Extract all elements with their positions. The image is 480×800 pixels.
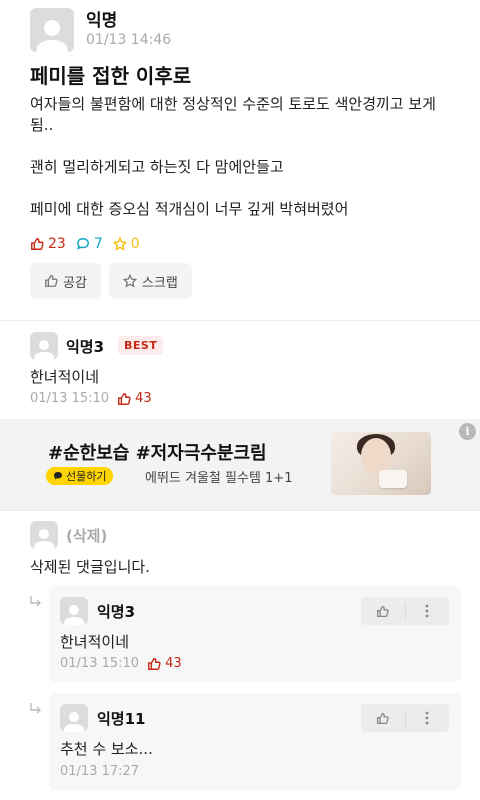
reply-more-button[interactable] <box>406 704 450 732</box>
scrap-count-value: 0 <box>130 236 140 252</box>
like-count-value: 23 <box>48 236 66 252</box>
like-button[interactable]: 공감 <box>30 263 101 299</box>
comment-text: 한녀적이네 <box>30 368 100 386</box>
reply-like-button[interactable] <box>361 597 405 625</box>
comment-avatar <box>30 521 58 549</box>
divider <box>0 510 480 511</box>
comment-time: 01/13 15:10 <box>30 391 110 406</box>
ad-title: #순한보습 #저자극수분크림 <box>48 443 267 464</box>
thumbs-up-icon <box>148 657 161 670</box>
star-icon <box>122 274 137 288</box>
reply-like-button[interactable] <box>361 704 405 732</box>
reply-time: 01/13 17:27 <box>60 764 140 779</box>
like-count: 23 <box>30 236 66 252</box>
reply-author: 익명11 <box>97 710 146 728</box>
chat-bubble-icon <box>54 472 62 480</box>
reply-more-button[interactable] <box>406 597 450 625</box>
post-body-line: 괜히 멀리하게되고 하는짓 다 맘에안들고 <box>30 158 284 176</box>
ad-description: 에뛰드 겨울철 필수템 1+1 <box>145 471 293 486</box>
thumbs-up-icon <box>45 275 58 287</box>
star-icon <box>112 237 127 251</box>
reply-arrow-icon <box>30 596 41 607</box>
thumbs-up-icon <box>377 605 389 617</box>
reply-time: 01/13 15:10 <box>60 656 140 671</box>
comment-meta: 01/13 15:10 43 <box>30 391 152 406</box>
comment-author: 익명3 <box>66 338 105 356</box>
post-author: 익명 <box>86 11 118 31</box>
comment-count-value: 7 <box>93 236 103 252</box>
comment-count: 7 <box>76 236 103 252</box>
comment-author: (삭제) <box>66 527 108 545</box>
scrap-count: 0 <box>112 236 140 252</box>
scrap-button[interactable]: 스크랩 <box>108 263 192 299</box>
reply-text: 한녀적이네 <box>60 633 130 651</box>
more-vertical-icon <box>425 711 429 725</box>
post-stats: 23 7 0 <box>30 236 150 252</box>
divider <box>0 320 480 321</box>
comment-avatar <box>30 332 58 360</box>
speech-bubble-icon <box>76 238 89 250</box>
post-title: 페미를 접한 이후로 <box>30 64 192 88</box>
comment-likes-value: 43 <box>135 391 152 406</box>
thumbs-up-icon <box>31 238 44 250</box>
reply-likes: 43 <box>147 656 182 671</box>
ad-banner[interactable]: #순한보습 #저자극수분크림 선물하기 에뛰드 겨울철 필수템 1+1 <box>0 419 480 510</box>
like-button-label: 공감 <box>63 275 87 291</box>
reply-arrow-icon <box>30 703 41 714</box>
comment-text: 삭제된 댓글입니다. <box>30 558 150 576</box>
post-body: 여자들의 불편함에 대한 정상적인 수준의 토로도 색안경끼고 보게됨.. 괜히… <box>30 94 450 241</box>
post-actions: 공감 스크랩 <box>30 263 200 299</box>
ad-gift-badge: 선물하기 <box>46 467 114 485</box>
reply-text: 추천 수 보소... <box>60 740 153 758</box>
comment-likes: 43 <box>117 391 152 406</box>
reply-avatar <box>60 704 88 732</box>
reply-author: 익명3 <box>97 603 136 621</box>
ad-info-icon[interactable]: i <box>459 423 476 440</box>
reply-avatar <box>60 597 88 625</box>
best-badge: BEST <box>118 336 164 355</box>
reply-meta: 01/13 15:10 43 <box>60 656 182 671</box>
post-body-line: 페미에 대한 증오심 적개심이 너무 깊게 박혀버렸어 <box>30 200 349 218</box>
more-vertical-icon <box>425 604 429 618</box>
reply-actions <box>361 597 449 625</box>
reply-actions <box>361 704 449 732</box>
reply-meta: 01/13 17:27 <box>60 764 139 779</box>
author-avatar <box>30 8 74 52</box>
ad-badge-label: 선물하기 <box>66 470 107 483</box>
thumbs-up-icon <box>377 712 389 724</box>
ad-product-image <box>331 432 431 495</box>
reply-likes-value: 43 <box>165 656 182 671</box>
thumbs-up-icon <box>118 392 131 405</box>
scrap-button-label: 스크랩 <box>141 275 178 291</box>
post-body-line: 여자들의 불편함에 대한 정상적인 수준의 토로도 색안경끼고 보게됨.. <box>30 95 436 134</box>
post-time: 01/13 14:46 <box>86 32 172 48</box>
